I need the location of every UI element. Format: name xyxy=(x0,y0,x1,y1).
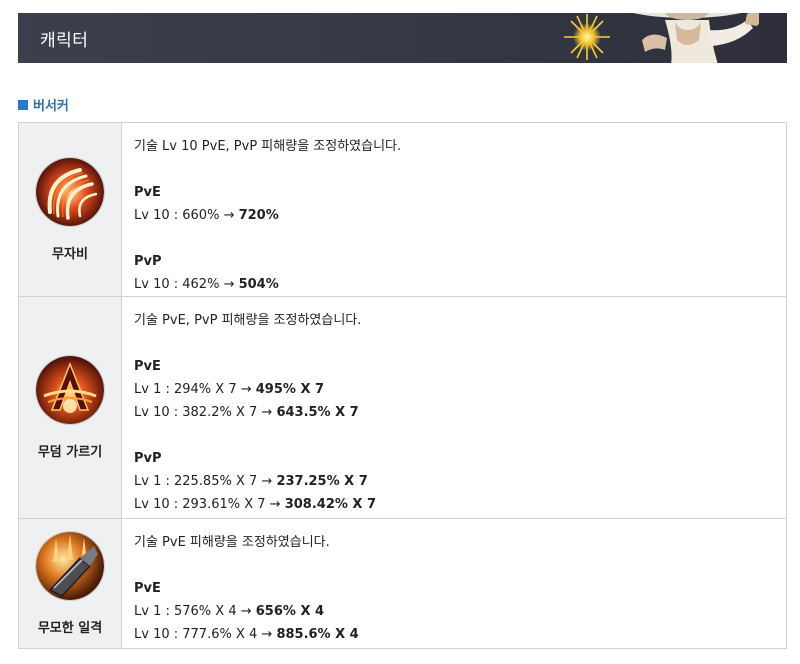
pvp-value-line: Lv 10 : 462% → 504% xyxy=(134,273,772,296)
pvp-heading: PvP xyxy=(134,451,162,466)
page-header: 캐릭터 xyxy=(18,13,787,63)
pve-value-line: Lv 10 : 660% → 720% xyxy=(134,204,772,227)
section-heading: 버서커 xyxy=(18,95,69,114)
pve-heading: PvE xyxy=(134,581,161,596)
skill-description: 기술 PvE 피해량을 조정하였습니다. PvE Lv 1 : 576% X 4… xyxy=(121,518,787,649)
pve-value-line: Lv 1 : 294% X 7 → 495% X 7 xyxy=(134,378,772,401)
level-label: Lv 10 : xyxy=(134,277,183,292)
new-value: 643.5% X 7 xyxy=(276,405,359,420)
new-value: 237.25% X 7 xyxy=(276,474,368,489)
old-value: 777.6% X 4 → xyxy=(182,627,277,642)
old-value: 660% → xyxy=(182,208,239,223)
pve-heading: PvE xyxy=(134,185,161,200)
claw-slash-icon xyxy=(36,157,104,226)
grave-split-icon xyxy=(36,355,104,424)
level-label: Lv 1 : xyxy=(134,382,174,397)
pve-heading: PvE xyxy=(134,359,161,374)
new-value: 495% X 7 xyxy=(255,382,325,397)
pve-value-line: Lv 10 : 777.6% X 4 → 885.6% X 4 xyxy=(134,623,772,646)
level-label: Lv 10 : xyxy=(134,497,183,512)
new-value: 885.6% X 4 xyxy=(276,627,359,642)
change-note: 기술 PvE 피해량을 조정하였습니다. xyxy=(134,535,330,550)
pvp-heading: PvP xyxy=(134,254,162,269)
table-row: 무모한 일격 기술 PvE 피해량을 조정하였습니다. PvE Lv 1 : 5… xyxy=(18,518,787,649)
level-label: Lv 10 : xyxy=(134,627,183,642)
change-note: 기술 Lv 10 PvE, PvP 피해량을 조정하였습니다. xyxy=(134,139,402,154)
old-value: 576% X 4 → xyxy=(173,604,256,619)
skill-cell: 무덤 가르기 xyxy=(18,296,122,519)
table-row: 무자비 기술 Lv 10 PvE, PvP 피해량을 조정하였습니다. PvE … xyxy=(18,122,787,297)
skill-name: 무모한 일격 xyxy=(37,620,103,636)
reckless-strike-icon xyxy=(36,531,104,600)
old-value: 293.61% X 7 → xyxy=(182,497,285,512)
old-value: 462% → xyxy=(182,277,239,292)
pvp-value-line: Lv 1 : 225.85% X 7 → 237.25% X 7 xyxy=(134,470,772,493)
skill-cell: 무자비 xyxy=(18,122,122,297)
old-value: 225.85% X 7 → xyxy=(173,474,277,489)
change-note: 기술 PvE, PvP 피해량을 조정하였습니다. xyxy=(134,313,362,328)
level-label: Lv 1 : xyxy=(134,474,174,489)
skill-description: 기술 Lv 10 PvE, PvP 피해량을 조정하였습니다. PvE Lv 1… xyxy=(121,122,787,297)
old-value: 294% X 7 → xyxy=(173,382,256,397)
character-art-icon xyxy=(564,13,787,63)
section-bullet-icon xyxy=(18,99,28,110)
level-label: Lv 1 : xyxy=(134,604,174,619)
skill-description: 기술 PvE, PvP 피해량을 조정하였습니다. PvE Lv 1 : 294… xyxy=(121,296,787,519)
new-value: 656% X 4 xyxy=(255,604,325,619)
pve-value-line: Lv 10 : 382.2% X 7 → 643.5% X 7 xyxy=(134,401,772,424)
new-value: 720% xyxy=(238,208,279,223)
skill-changes-table: 무자비 기술 Lv 10 PvE, PvP 피해량을 조정하였습니다. PvE … xyxy=(18,122,787,649)
section-title: 버서커 xyxy=(33,99,69,114)
new-value: 504% xyxy=(238,277,279,292)
skill-cell: 무모한 일격 xyxy=(18,518,122,649)
level-label: Lv 10 : xyxy=(134,405,183,420)
skill-name: 무덤 가르기 xyxy=(37,444,103,460)
new-value: 308.42% X 7 xyxy=(284,497,377,512)
old-value: 382.2% X 7 → xyxy=(182,405,277,420)
table-row: 무덤 가르기 기술 PvE, PvP 피해량을 조정하였습니다. PvE Lv … xyxy=(18,296,787,519)
pve-value-line: Lv 1 : 576% X 4 → 656% X 4 xyxy=(134,600,772,623)
pvp-value-line: Lv 10 : 293.61% X 7 → 308.42% X 7 xyxy=(134,493,772,516)
skill-name: 무자비 xyxy=(52,246,88,262)
level-label: Lv 10 : xyxy=(134,208,183,223)
page-title: 캐릭터 xyxy=(40,31,89,51)
